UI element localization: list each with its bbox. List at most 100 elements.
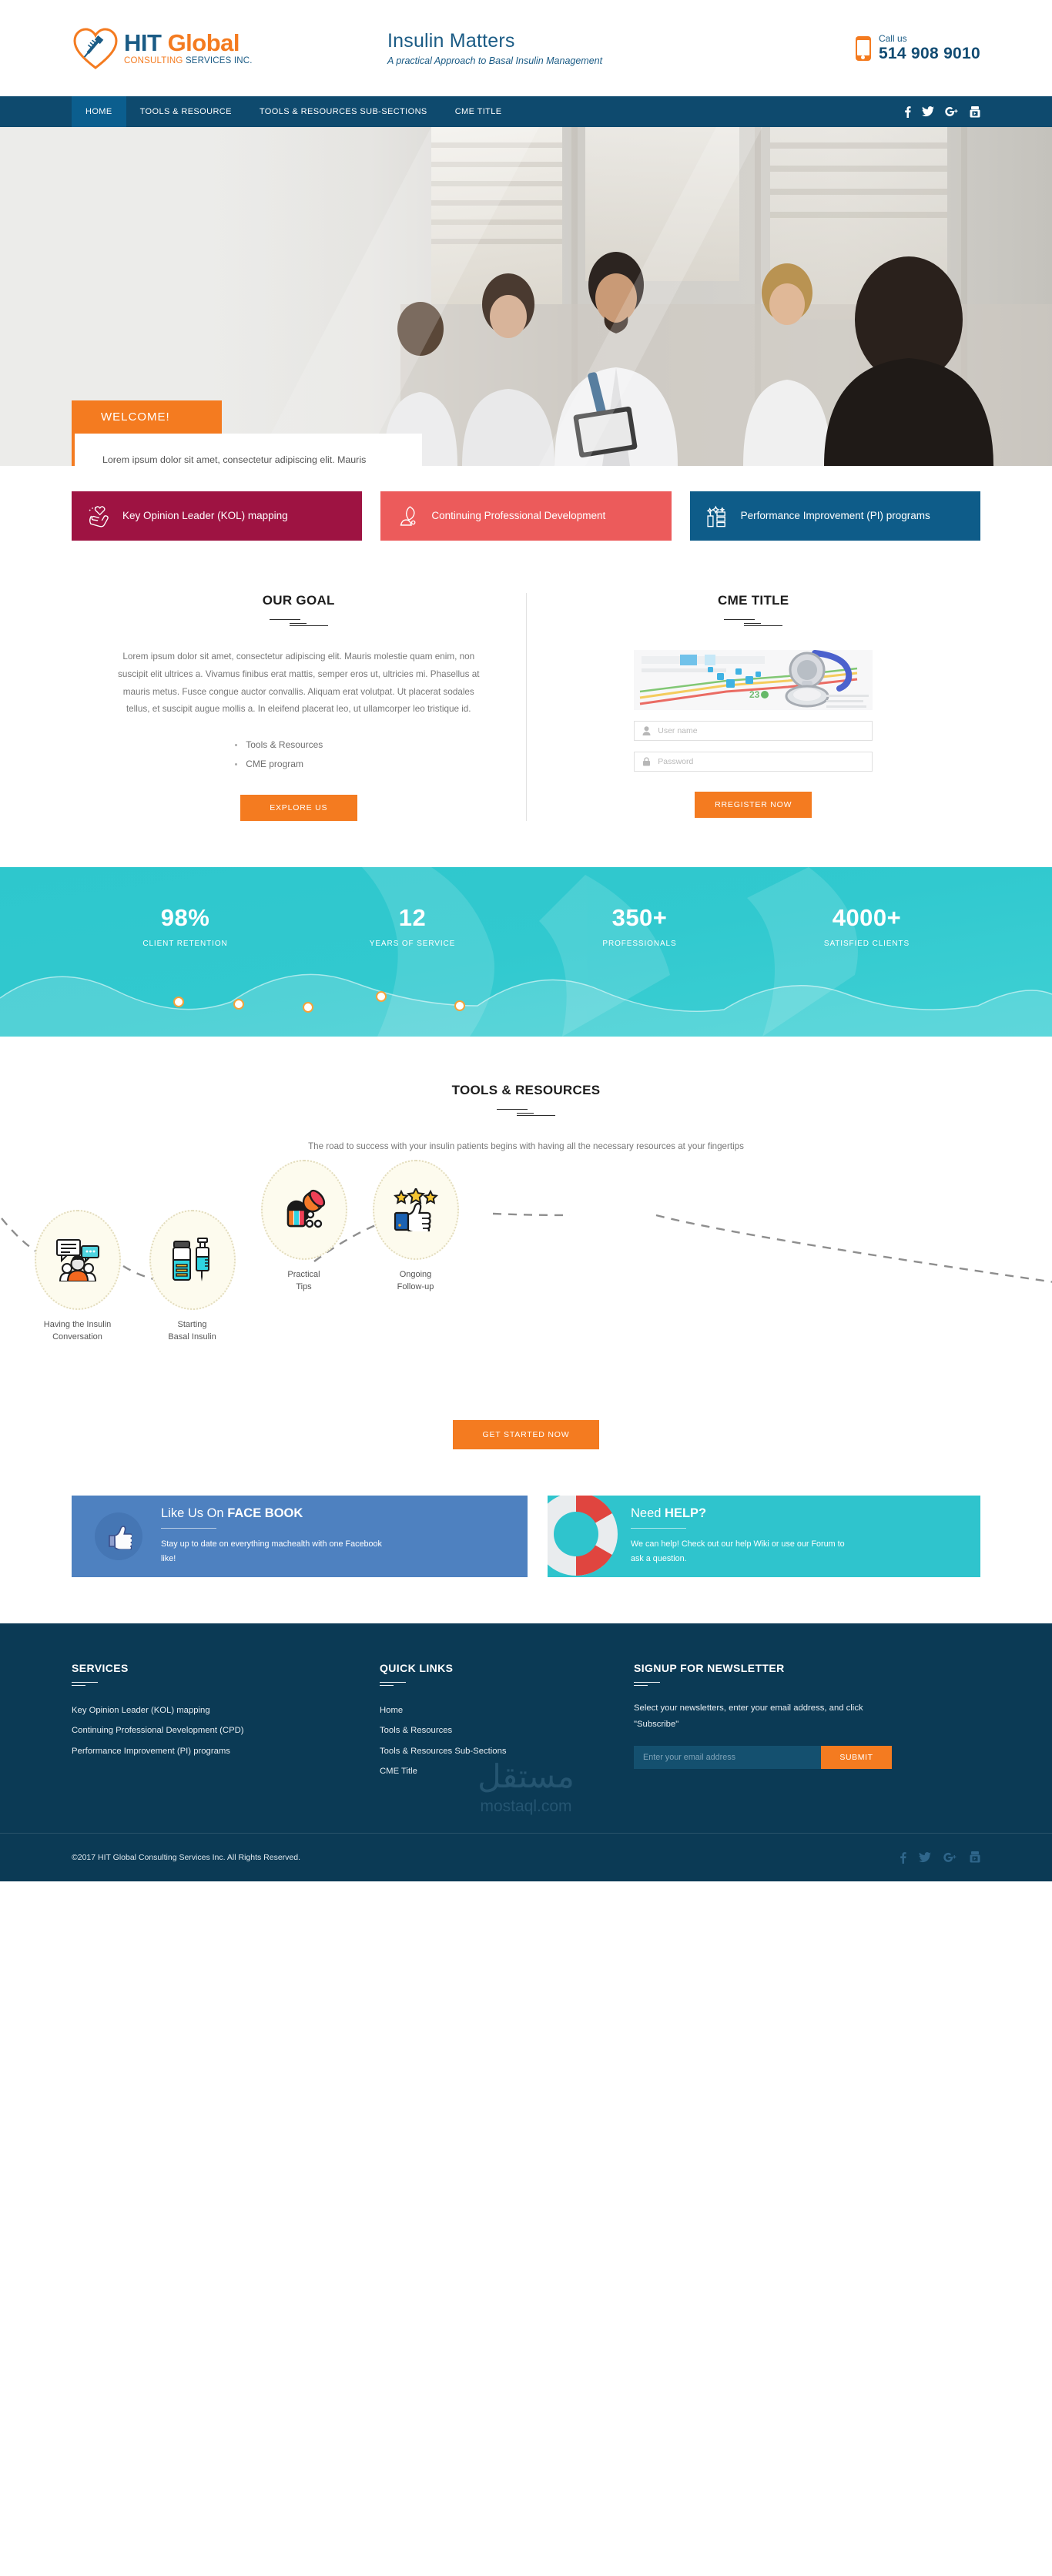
flow-step-label: Starting Basal Insulin [168, 1319, 216, 1342]
facebook-icon[interactable] [900, 1851, 906, 1864]
welcome-badge: WELCOME! [72, 400, 222, 434]
password-field[interactable] [634, 752, 873, 772]
promo-cards-section: Like Us On FACE BOOK Stay up to date on … [72, 1495, 980, 1623]
phone-number[interactable]: 514 908 9010 [879, 45, 980, 63]
footer-link[interactable]: Performance Improvement (PI) programs [72, 1741, 380, 1762]
username-input[interactable] [653, 726, 873, 735]
list-item[interactable]: Tools & Resources [235, 735, 362, 755]
hand-heart-icon [89, 506, 109, 528]
footer-newsletter-column: SIGNUP FOR NEWSLETTER Select your newsle… [634, 1662, 980, 1782]
cme-title: CME TITLE [718, 593, 789, 608]
site-logo[interactable]: HIT Global CONSULTING SERVICES INC. [72, 26, 364, 71]
logo-title-primary: HIT [124, 28, 162, 56]
service-card-kol-label: Key Opinion Leader (KOL) mapping [122, 509, 288, 521]
hero-section: WELCOME! Lorem ipsum dolor sit amet, con… [0, 127, 1052, 466]
hero-welcome-card: WELCOME! Lorem ipsum dolor sit amet, con… [72, 400, 422, 466]
lock-icon [642, 757, 653, 766]
facebook-icon[interactable] [904, 106, 911, 118]
our-goal-body: Lorem ipsum dolor sit amet, consectetur … [118, 652, 480, 715]
password-input[interactable] [653, 757, 873, 766]
hero-description: Lorem ipsum dolor sit amet, consectetur … [102, 454, 367, 465]
facebook-thumb-icon [95, 1512, 142, 1560]
google-plus-icon[interactable] [943, 1851, 957, 1864]
twitter-icon[interactable] [919, 1851, 931, 1864]
watermark-latin: mostaql.com [480, 1797, 572, 1815]
newsletter-submit-button[interactable]: SUBMIT [821, 1746, 892, 1770]
explore-us-button[interactable]: EXPLORE US [240, 794, 357, 821]
flow-step-2[interactable]: Starting Basal Insulin [148, 1209, 236, 1344]
help-promo-text: We can help! Check out our help Wiki or … [631, 1539, 845, 1563]
help-promo-title: Need HELP? [631, 1506, 707, 1520]
register-now-button[interactable]: RREGISTER NOW [695, 792, 812, 818]
tools-resources-subtitle: The road to success with your insulin pa… [308, 1141, 744, 1151]
newsletter-email-input[interactable] [634, 1746, 821, 1770]
heart-syringe-logo-icon [73, 27, 118, 69]
pills-capsules-icon [286, 1189, 325, 1228]
service-card-kol[interactable]: Key Opinion Leader (KOL) mapping [72, 491, 363, 541]
footer-link-tools-resources[interactable]: Tools & Resources [380, 1720, 634, 1741]
conversation-people-icon [55, 1238, 99, 1281]
thumbs-up-stars-icon [393, 1188, 438, 1231]
promo-rule [631, 1527, 686, 1529]
footer-services-column: SERVICES Key Opinion Leader (KOL) mappin… [72, 1662, 380, 1782]
copyright-text: ©2017 HIT Global Consulting Services Inc… [72, 1852, 301, 1862]
flow-step-3[interactable]: Practical Tips [260, 1159, 348, 1294]
twitter-icon[interactable] [922, 106, 934, 117]
stat-value: 12 [398, 903, 427, 931]
mobile-phone-icon [855, 35, 871, 61]
footer-link-sub-sections[interactable]: Tools & Resources Sub-Sections [380, 1741, 634, 1762]
flow-step-1[interactable]: Having the Insulin Conversation [33, 1209, 122, 1344]
footer-quick-links-column: QUICK LINKS Home Tools & Resources Tools… [380, 1662, 634, 1782]
username-field[interactable] [634, 721, 873, 741]
footer-divider [380, 1681, 415, 1688]
help-promo-card[interactable]: Need HELP? We can help! Check out our he… [548, 1495, 980, 1577]
footer-social-links [900, 1851, 980, 1864]
footer-link[interactable]: Key Opinion Leader (KOL) mapping [72, 1700, 380, 1721]
brand-tagline: Insulin Matters A practical Approach to … [364, 30, 788, 66]
stat-client-retention: 98% CLIENT RETENTION [72, 904, 299, 948]
flow-step-bubble [34, 1209, 121, 1310]
stat-value: 350+ [611, 903, 668, 931]
our-goal-list: Tools & Resources CME program [235, 735, 362, 774]
footer-link-home[interactable]: Home [380, 1700, 634, 1721]
goal-and-cme-section: OUR GOAL Lorem ipsum dolor sit amet, con… [72, 571, 980, 867]
user-icon [642, 726, 653, 735]
footer-link-cme-title[interactable]: CME Title [380, 1761, 634, 1782]
stat-label: YEARS OF SERVICE [369, 939, 456, 948]
youtube-icon[interactable] [970, 1851, 980, 1864]
nav-item-tools-resource[interactable]: TOOLS & RESOURCE [126, 96, 246, 127]
tools-resources-section: TOOLS & RESOURCES The road to success wi… [0, 1036, 1052, 1496]
section-divider [497, 1108, 555, 1118]
stat-value: 98% [160, 903, 210, 931]
service-card-cpd[interactable]: Continuing Professional Development [380, 491, 672, 541]
cme-image: 23 [634, 650, 873, 710]
list-item[interactable]: CME program [235, 755, 362, 774]
footer-services-title: SERVICES [72, 1661, 129, 1674]
nav-item-tools-sub-sections[interactable]: TOOLS & RESOURCES SUB-SECTIONS [246, 96, 441, 127]
nav-item-home[interactable]: HOME [72, 96, 126, 127]
service-card-pi[interactable]: Performance Improvement (PI) programs [689, 491, 980, 541]
google-plus-icon[interactable] [945, 106, 959, 117]
stat-satisfied-clients: 4000+ SATISFIED CLIENTS [753, 904, 980, 948]
cme-column: CME TITLE 23 User name RREGISTER NOW [527, 593, 981, 821]
flow-step-bubble [260, 1159, 347, 1260]
youtube-icon[interactable] [970, 106, 980, 118]
stat-label: CLIENT RETENTION [142, 939, 228, 948]
main-navigation: HOME TOOLS & RESOURCE TOOLS & RESOURCES … [0, 96, 1052, 127]
nav-item-cme-title[interactable]: CME TITLE [441, 96, 516, 127]
footer-link[interactable]: Continuing Professional Development (CPD… [72, 1720, 380, 1741]
footer-services-links: Key Opinion Leader (KOL) mapping Continu… [72, 1700, 380, 1762]
vial-syringe-icon [172, 1237, 209, 1281]
newsletter-subscribe-form: SUBMIT [634, 1746, 892, 1770]
tools-resources-title: TOOLS & RESOURCES [451, 1082, 601, 1097]
flow-step-4[interactable]: Ongoing Follow-up [371, 1159, 460, 1294]
footer-newsletter-title: SIGNUP FOR NEWSLETTER [634, 1661, 785, 1674]
service-card-pi-label: Performance Improvement (PI) programs [740, 509, 930, 521]
get-started-now-button[interactable]: GET STARTED NOW [453, 1419, 599, 1449]
call-us-block[interactable]: Call us 514 908 9010 [788, 33, 980, 63]
brand-title: Insulin Matters [387, 30, 515, 52]
footer-bottom-bar: ©2017 HIT Global Consulting Services Inc… [0, 1832, 1052, 1881]
facebook-promo-card[interactable]: Like Us On FACE BOOK Stay up to date on … [72, 1495, 528, 1577]
service-card-cpd-label: Continuing Professional Development [431, 509, 606, 521]
nav-social-links [904, 96, 980, 127]
